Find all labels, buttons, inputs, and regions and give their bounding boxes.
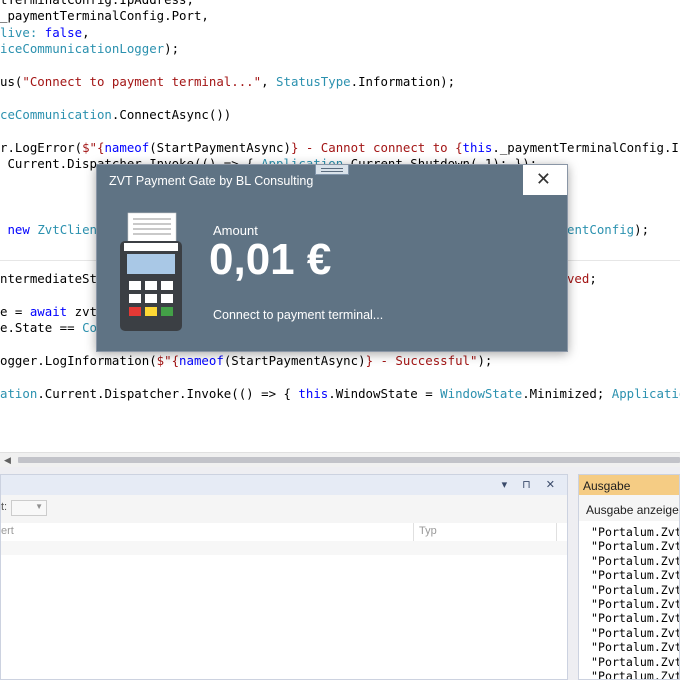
scroll-left-icon[interactable]: ◀ (4, 455, 11, 466)
horizontal-scrollbar[interactable]: ◀ (0, 452, 680, 467)
output-line: "Portalum.Zvt (591, 654, 680, 669)
output-line: "Portalum.Zvt (591, 539, 680, 554)
output-line: "Portalum.Zvt (591, 553, 680, 568)
code-token: iceCommunicationLogger (0, 41, 165, 57)
code-token: e = (0, 303, 30, 319)
code-token: $"{ (156, 352, 180, 368)
code-token: this (298, 385, 329, 401)
code-line[interactable]: r.LogError($"{nameof(StartPaymentAsync)}… (0, 140, 680, 156)
code-token: us( (0, 74, 23, 89)
close-button[interactable]: ✕ (523, 165, 567, 195)
code-line[interactable]: e = await zvtC (0, 304, 104, 320)
properties-panel-titlebar: ▾ ⊓ ✕ (1, 475, 567, 495)
payment-terminal-icon (120, 212, 182, 331)
code-line[interactable]: iceCommunicationLogger); (0, 41, 179, 57)
output-line: "Portalum.Zvt (591, 597, 680, 611)
code-token: tTerminalConfig.IpAddress, (0, 0, 194, 7)
code-token: $"{ (82, 139, 105, 155)
code-token: WindowState (440, 385, 523, 401)
code-token: .Information); (350, 74, 456, 89)
code-token: .WindowState = (328, 385, 441, 401)
code-token: nameof (179, 352, 224, 368)
code-token: await (29, 303, 68, 319)
code-token: , (261, 74, 277, 89)
code-token: (StartPaymentAsync) (149, 139, 291, 155)
code-line[interactable]: live: false, (0, 25, 90, 41)
dialog-title: ZVT Payment Gate by BL Consulting (109, 174, 314, 188)
code-line[interactable]: tTerminalConfig.IpAddress, (0, 0, 194, 8)
list-row[interactable] (1, 541, 567, 555)
column-divider[interactable] (413, 523, 414, 541)
code-token: .ConnectAsync()) (111, 106, 232, 122)
code-token: r.LogError( (0, 139, 83, 155)
code-token: (StartPaymentAsync) (223, 352, 366, 368)
code-token: ); (164, 41, 180, 57)
output-line: "Portalum.Zvt (591, 611, 680, 626)
code-token: ntermediateSta (0, 270, 105, 286)
code-line[interactable]: ation.Current.Dispatcher.Invoke(() => { … (0, 386, 680, 402)
code-token: ; (589, 270, 597, 286)
code-token: ogger.LogInformation( (0, 352, 157, 368)
properties-toolbar: t: ▼ (1, 495, 567, 523)
object-selector-combo[interactable]: ▼ (11, 500, 47, 516)
code-token: } - Successful" (365, 352, 478, 368)
code-token: , (82, 24, 90, 40)
code-token: "Connect to payment terminal..." (22, 74, 262, 89)
scroll-thumb[interactable] (18, 457, 680, 463)
code-token: ceCommunication (0, 106, 112, 122)
code-token: ation (0, 385, 38, 401)
code-line[interactable]: us("Connect to payment terminal...", Sta… (0, 74, 455, 90)
code-line[interactable]: e.State == Com (0, 320, 104, 336)
code-token: e.State == (0, 320, 83, 335)
code-token: nameof (104, 139, 150, 155)
output-panel-titlebar[interactable]: Ausgabe (579, 475, 679, 495)
code-token: _paymentTerminalConfig.Port, (0, 8, 209, 24)
close-icon: ✕ (535, 169, 551, 189)
code-token: ); (477, 352, 493, 368)
chevron-down-icon: ▼ (35, 502, 43, 511)
code-token: } - Cannot connect to { (290, 139, 463, 155)
output-line: "Portalum.Zvt (591, 640, 680, 655)
code-token: new (7, 221, 30, 237)
code-line[interactable]: _paymentTerminalConfig.Port, (0, 8, 209, 24)
status-text: Connect to payment terminal... (213, 308, 384, 322)
output-toolbar: Ausgabe anzeigen (579, 495, 679, 521)
code-token: ZvtClient (37, 221, 105, 237)
code-token: false (44, 24, 83, 40)
drag-handle[interactable] (315, 165, 349, 175)
column-divider-right (556, 523, 557, 541)
code-token: this (462, 139, 493, 155)
code-token: live: (0, 24, 45, 40)
panel-window-icons[interactable]: ▾ ⊓ ✕ (502, 478, 561, 491)
output-line: "Portalum.Zvt (591, 525, 680, 539)
column-type-header[interactable]: Typ (419, 525, 437, 537)
code-line[interactable]: ceCommunication.ConnectAsync()) (0, 107, 231, 123)
output-line: "Portalum.Zvt (591, 669, 680, 680)
output-panel: Ausgabe Ausgabe anzeigen "Portalum.Zvt "P… (578, 474, 680, 680)
output-panel-title: Ausgabe (583, 479, 631, 493)
code-token: ._paymentTerminalConfig.IpAd (492, 139, 680, 155)
toolbar-label: t: (1, 501, 8, 513)
code-token: ); (634, 221, 650, 237)
column-header: ert Typ (1, 523, 567, 542)
properties-panel: ▾ ⊓ ✕ t: ▼ ert Typ (0, 474, 568, 680)
code-line[interactable]: ogger.LogInformation($"{nameof(StartPaym… (0, 353, 492, 369)
column-value-header[interactable]: ert (1, 525, 14, 537)
output-line: "Portalum.Zvt (591, 568, 680, 583)
output-show-label: Ausgabe anzeigen (586, 503, 680, 517)
payment-dialog: ZVT Payment Gate by BL Consulting ✕ Amou… (96, 164, 568, 352)
code-token: StatusType (276, 74, 351, 89)
code-token: .Minimized; (522, 385, 612, 401)
code-token: .Current.Dispatcher.Invoke(() => { (37, 385, 299, 401)
output-line: "Portalum.Zvt (591, 625, 680, 640)
output-line: "Portalum.Zvt (591, 582, 680, 597)
amount-value: 0,01 € (209, 235, 332, 284)
code-token: Application (611, 385, 680, 401)
